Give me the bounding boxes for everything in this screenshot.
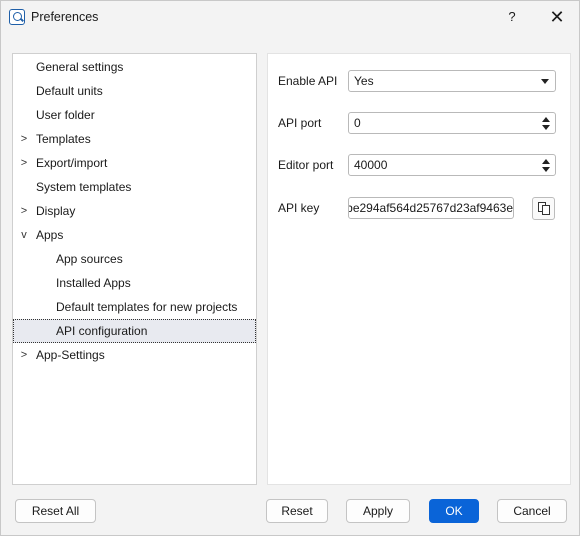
tree-item-display[interactable]: > Display xyxy=(13,199,256,223)
cancel-button[interactable]: Cancel xyxy=(497,499,567,523)
copy-icon-front xyxy=(542,205,550,215)
editor-port-spinbox[interactable]: 40000 xyxy=(348,154,556,176)
api-key-field[interactable]: )be294af564d25767d23af9463e xyxy=(348,197,514,219)
tree-item-app-sources[interactable]: App sources xyxy=(13,247,256,271)
chevron-right-icon[interactable]: > xyxy=(19,343,29,367)
enable-api-value: Yes xyxy=(354,74,374,88)
tree-item-label: Default units xyxy=(36,84,103,98)
tree-item-label: Templates xyxy=(36,132,91,146)
help-button[interactable]: ? xyxy=(497,5,527,29)
spin-down-icon[interactable] xyxy=(542,125,550,130)
chevron-down-icon xyxy=(541,79,549,84)
tree-item-label: Default templates for new projects xyxy=(56,300,238,314)
title-bar: Preferences ? ✕ xyxy=(1,1,579,34)
spin-up-icon[interactable] xyxy=(542,159,550,164)
app-search-icon xyxy=(9,9,25,25)
close-button[interactable]: ✕ xyxy=(541,5,573,29)
tree-item-system-templates[interactable]: System templates xyxy=(13,175,256,199)
settings-tree: General settings Default units User fold… xyxy=(12,53,257,485)
api-port-label: API port xyxy=(278,116,322,130)
tree-item-general-settings[interactable]: General settings xyxy=(13,55,256,79)
apply-button[interactable]: Apply xyxy=(346,499,410,523)
enable-api-label: Enable API xyxy=(278,74,338,88)
tree-item-label: Export/import xyxy=(36,156,108,170)
tree-item-installed-apps[interactable]: Installed Apps xyxy=(13,271,256,295)
tree-item-label: Apps xyxy=(36,228,64,242)
chevron-right-icon[interactable]: > xyxy=(19,151,29,175)
tree-item-user-folder[interactable]: User folder xyxy=(13,103,256,127)
tree-item-label: API configuration xyxy=(56,324,148,338)
tree-item-label: App sources xyxy=(56,252,123,266)
preferences-dialog: Preferences ? ✕ General settings Default… xyxy=(0,0,580,536)
tree-item-label: App-Settings xyxy=(36,348,105,362)
api-port-spinbox[interactable]: 0 xyxy=(348,112,556,134)
api-key-value: )be294af564d25767d23af9463e xyxy=(348,201,513,215)
spin-up-icon[interactable] xyxy=(542,117,550,122)
editor-port-value: 40000 xyxy=(354,158,388,172)
tree-item-app-settings[interactable]: > App-Settings xyxy=(13,343,256,367)
chevron-right-icon[interactable]: > xyxy=(19,199,29,223)
tree-item-default-units[interactable]: Default units xyxy=(13,79,256,103)
ok-button[interactable]: OK xyxy=(429,499,479,523)
window-title: Preferences xyxy=(31,10,99,24)
enable-api-select[interactable]: Yes xyxy=(348,70,556,92)
chevron-down-icon[interactable]: v xyxy=(19,223,29,247)
tree-item-templates[interactable]: > Templates xyxy=(13,127,256,151)
api-configuration-panel: Enable API Yes API port 0 Editor port 40… xyxy=(267,53,571,485)
spin-down-icon[interactable] xyxy=(542,167,550,172)
tree-item-export-import[interactable]: > Export/import xyxy=(13,151,256,175)
reset-button[interactable]: Reset xyxy=(266,499,328,523)
tree-item-apps[interactable]: v Apps xyxy=(13,223,256,247)
api-port-value: 0 xyxy=(354,116,361,130)
editor-port-label: Editor port xyxy=(278,158,334,172)
copy-api-key-button[interactable] xyxy=(532,197,555,220)
tree-item-label: Display xyxy=(36,204,76,218)
tree-item-label: Installed Apps xyxy=(56,276,131,290)
tree-item-default-templates[interactable]: Default templates for new projects xyxy=(13,295,256,319)
chevron-right-icon[interactable]: > xyxy=(19,127,29,151)
reset-all-button[interactable]: Reset All xyxy=(15,499,96,523)
tree-item-label: General settings xyxy=(36,60,124,74)
tree-item-label: System templates xyxy=(36,180,132,194)
tree-item-label: User folder xyxy=(36,108,95,122)
api-key-label: API key xyxy=(278,201,320,215)
tree-item-api-configuration[interactable]: API configuration xyxy=(13,319,256,343)
